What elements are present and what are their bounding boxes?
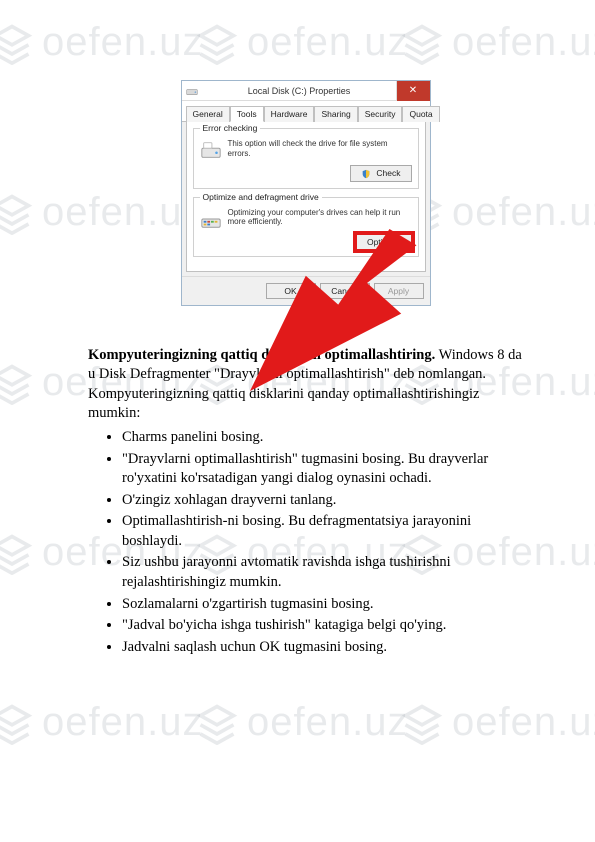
tab-sharing[interactable]: Sharing xyxy=(314,106,357,122)
ok-button[interactable]: OK xyxy=(266,283,316,299)
dialog-footer: OK Cancel Apply xyxy=(182,276,430,305)
optimize-button[interactable]: Optimize xyxy=(356,234,412,250)
tab-hardware[interactable]: Hardware xyxy=(264,106,315,122)
close-button[interactable]: ✕ xyxy=(396,81,430,101)
list-item: Siz ushbu jarayonni avtomatik ravishda i… xyxy=(122,553,523,592)
close-icon: ✕ xyxy=(409,85,417,96)
apply-button[interactable]: Apply xyxy=(374,283,424,299)
watermark-text: oefen.uz xyxy=(247,700,408,745)
list-item: Jadvalni saqlash uchun OK tugmasini bosi… xyxy=(122,638,523,658)
cancel-button[interactable]: Cancel xyxy=(320,283,370,299)
watermark-text: oefen.uz xyxy=(42,700,203,745)
tab-security[interactable]: Security xyxy=(358,106,403,122)
watermark-text: oefen.uz xyxy=(452,700,595,745)
optimize-group: Optimize and defragment drive Optimizing… xyxy=(193,197,419,257)
check-button[interactable]: Check xyxy=(350,165,411,182)
list-item: "Drayvlarni optimallashtirish" tugmasini… xyxy=(122,450,523,489)
drive-icon xyxy=(186,85,198,97)
defrag-icon xyxy=(200,208,222,230)
article-lead: Kompyuteringizning qattiq disklarini opt… xyxy=(88,346,523,424)
error-checking-title: Error checking xyxy=(200,123,261,133)
optimize-button-label: Optimize xyxy=(367,237,401,247)
drive-check-icon xyxy=(200,139,222,161)
optimize-title: Optimize and defragment drive xyxy=(200,192,322,202)
optimize-text: Optimizing your computer's drives can he… xyxy=(228,208,412,227)
tab-tools[interactable]: Tools xyxy=(230,106,264,122)
article-list: Charms panelini bosing. "Drayvlarni opti… xyxy=(88,428,523,657)
list-item: Optimallashtirish-ni bosing. Bu defragme… xyxy=(122,512,523,551)
dialog-titlebar: Local Disk (C:) Properties ✕ xyxy=(182,81,430,101)
error-checking-text: This option will check the drive for fil… xyxy=(228,139,412,158)
list-item: O'zingiz xohlagan drayverni tanlang. xyxy=(122,491,523,511)
properties-dialog-figure: Local Disk (C:) Properties ✕ General Too… xyxy=(181,80,431,306)
tab-general[interactable]: General xyxy=(186,106,230,122)
tab-quota[interactable]: Quota xyxy=(402,106,439,122)
shield-icon xyxy=(361,169,371,179)
article-heading: Kompyuteringizning qattiq disklarini opt… xyxy=(88,347,435,363)
list-item: Sozlamalarni o'zgartirish tugmasini bosi… xyxy=(122,595,523,615)
list-item: "Jadval bo'yicha ishga tushirish" katagi… xyxy=(122,616,523,636)
properties-dialog: Local Disk (C:) Properties ✕ General Too… xyxy=(181,80,431,306)
error-checking-group: Error checking This option will check th… xyxy=(193,128,419,189)
article-body: Kompyuteringizning qattiq disklarini opt… xyxy=(88,346,523,657)
tab-panel-tools: Error checking This option will check th… xyxy=(186,122,426,272)
tab-strip: General Tools Hardware Sharing Security … xyxy=(182,101,430,122)
check-button-label: Check xyxy=(376,168,400,178)
dialog-title: Local Disk (C:) Properties xyxy=(203,86,396,96)
list-item: Charms panelini bosing. xyxy=(122,428,523,448)
